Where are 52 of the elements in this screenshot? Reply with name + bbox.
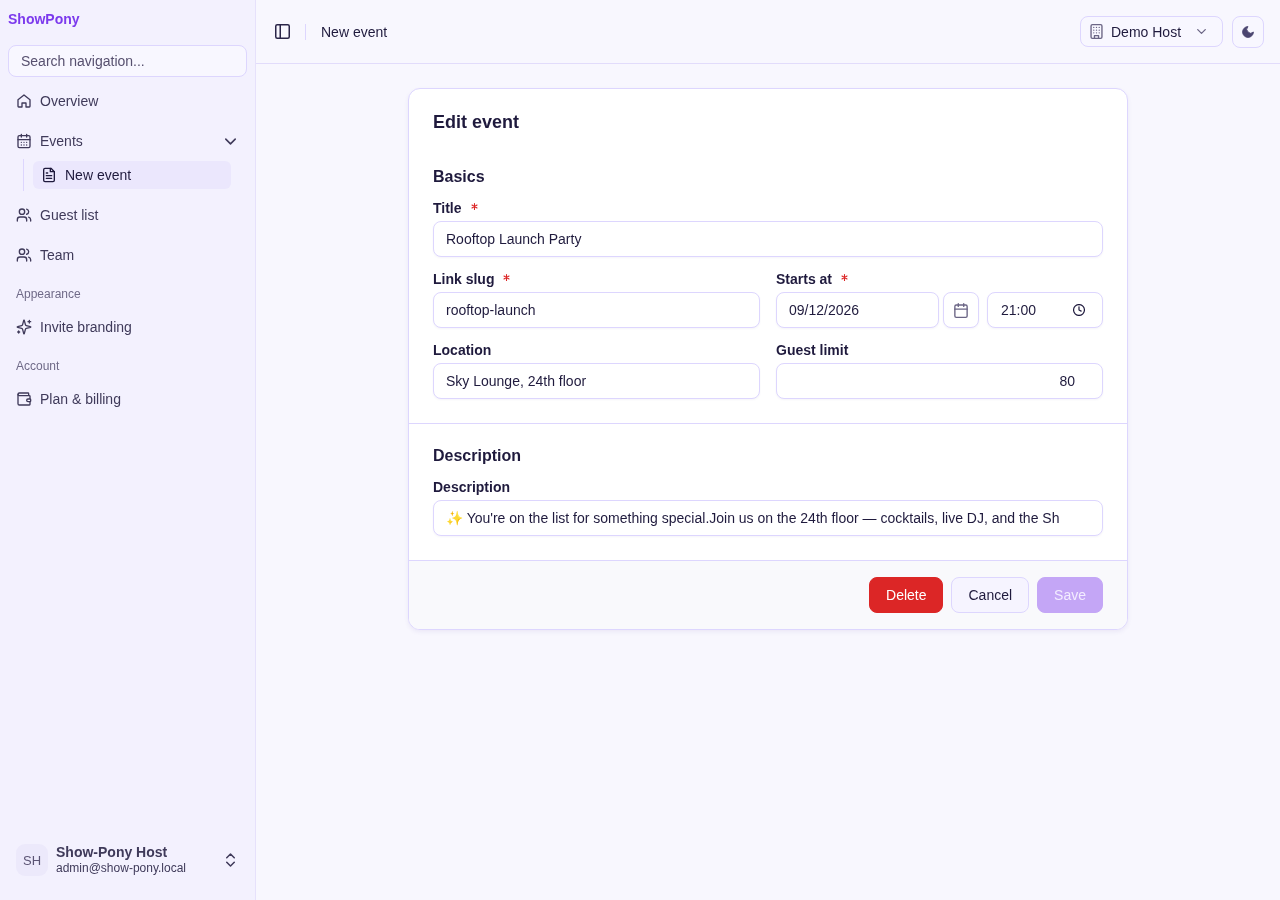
search-field[interactable]: Search navigation... [8, 45, 247, 77]
wallet-icon [16, 391, 32, 407]
moon-icon [1242, 25, 1254, 38]
nav-item[interactable]: Guest list [8, 199, 247, 231]
text-input[interactable]: Sky Lounge, 24th floor [433, 363, 760, 399]
text-input[interactable]: ✨ You're on the list for something special.Join us on the 24th floor — cocktails, live DJ, and the Sh [433, 500, 1103, 536]
building-icon [1090, 24, 1103, 39]
calendar-icon [16, 133, 32, 149]
date-picker-button[interactable] [943, 292, 979, 328]
nav-item[interactable]: Plan & billing [8, 383, 247, 415]
cancel-button[interactable]: Cancel [951, 577, 1030, 613]
calendar-icon [954, 302, 968, 318]
nav-item[interactable]: Events [8, 125, 247, 157]
chevron-down-icon[interactable] [225, 137, 236, 145]
section-heading: Description [433, 446, 522, 466]
people-icon [16, 247, 32, 263]
panel-icon [274, 24, 290, 39]
field-label: Location [433, 342, 492, 358]
document-icon [41, 167, 57, 183]
sparkles-icon [16, 319, 32, 335]
date-input[interactable]: 09/12/2026 [776, 292, 939, 328]
nav-group-heading: Account [15, 358, 61, 375]
field-label: Description [433, 479, 510, 495]
chevron-down-icon [1197, 29, 1206, 34]
text-input[interactable]: rooftop-launch [433, 292, 760, 328]
user-name: Show-Pony Host [56, 844, 168, 860]
chevrons-up-down-icon [226, 853, 235, 867]
people-icon [16, 207, 32, 223]
home-icon [16, 93, 32, 109]
section-heading: Basics [433, 167, 486, 187]
delete-button[interactable]: Delete [869, 577, 944, 613]
nav-item[interactable]: Invite branding [8, 311, 247, 343]
nav-item[interactable]: Team [8, 239, 247, 271]
user-avatar: SH [16, 844, 48, 876]
theme-toggle-button[interactable] [1232, 15, 1264, 48]
workspace-dropdown[interactable]: Demo Host [1080, 16, 1223, 47]
brand-name: ShowPony [8, 11, 80, 27]
text-input[interactable]: Rooftop Launch Party [433, 221, 1103, 257]
field-label: Link slug [433, 271, 495, 287]
field-label: Starts at [776, 271, 833, 287]
nav-subitem[interactable]: New event [33, 161, 231, 189]
time-input[interactable]: 21:00 [987, 292, 1103, 328]
form-title: Edit event [432, 111, 521, 132]
page-title: New event [321, 23, 388, 40]
field-label: Title [433, 200, 462, 216]
user-menu[interactable]: SH Show-Pony Host admin@show-pony.local [8, 836, 247, 884]
user-email: admin@show-pony.local [56, 860, 187, 876]
field-label: Guest limit [776, 342, 849, 358]
nav-item[interactable]: Overview [8, 85, 247, 117]
nav-group-heading: Appearance [15, 286, 82, 303]
clock-icon [1073, 304, 1085, 316]
number-input[interactable]: 80 [776, 363, 1103, 399]
